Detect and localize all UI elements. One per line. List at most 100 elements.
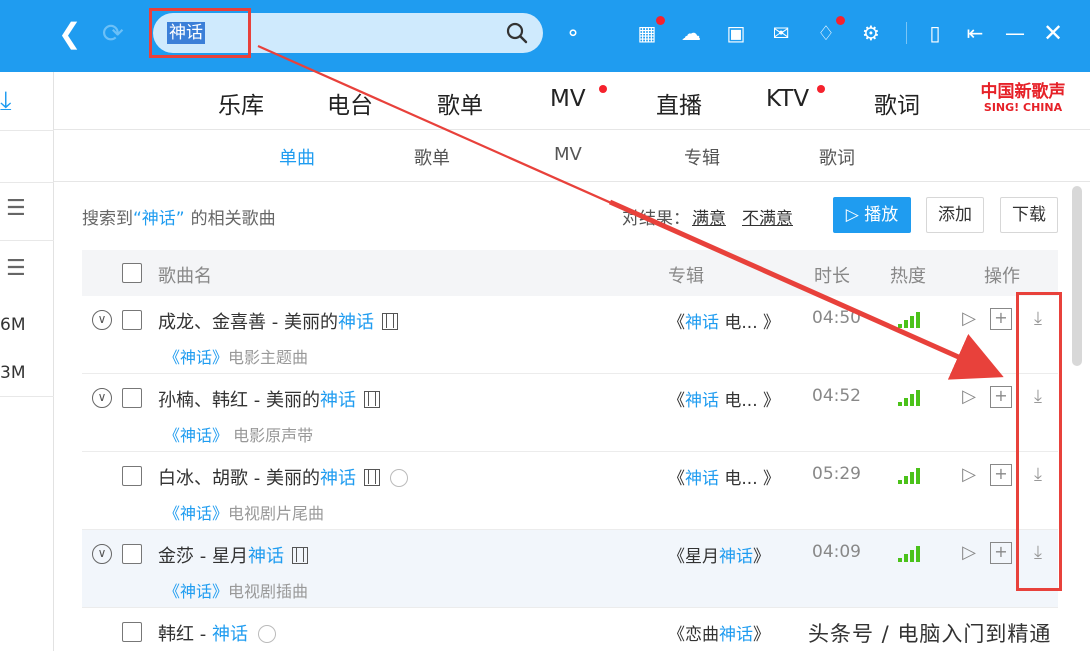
close-icon[interactable]: ✕ <box>1040 20 1066 46</box>
row-checkbox[interactable] <box>122 310 142 330</box>
album-link[interactable]: 《神话 电... 》 <box>668 464 780 489</box>
sub-tabs: 单曲 歌单 MV 专辑 歌词 <box>54 130 1090 182</box>
song-title[interactable]: 成龙、金喜善 - 美丽的神话 <box>158 308 398 334</box>
album-keyword: 神话 <box>719 625 753 645</box>
expand-icon[interactable]: ∨ <box>92 310 112 330</box>
tab-radio[interactable]: 电台 <box>327 86 373 120</box>
album-link[interactable]: 《星月神话》 <box>668 542 770 567</box>
refresh-icon[interactable]: ⟳ <box>102 20 130 48</box>
song-note: 《神话》 电影原声带 <box>164 422 313 446</box>
album-link[interactable]: 《神话 电... 》 <box>668 386 780 411</box>
row-checkbox[interactable] <box>122 466 142 486</box>
play-all-button[interactable]: ▷ 播放 <box>833 197 911 233</box>
mv-icon[interactable] <box>291 547 308 564</box>
row-checkbox[interactable] <box>122 544 142 564</box>
play-icon[interactable]: ▷ <box>958 308 980 330</box>
song-title-text: 成龙、金喜善 - 美丽的 <box>158 312 338 333</box>
tab-mv[interactable]: MV <box>550 86 586 112</box>
sing-china-logo[interactable]: 中国新歌声 SING! CHINA <box>968 82 1078 114</box>
song-title-text: 白冰、胡歌 - 美丽的 <box>158 468 320 489</box>
mv-icon[interactable] <box>363 391 380 408</box>
subtab-playlists[interactable]: 歌单 <box>414 144 450 170</box>
song-note: 《神话》电视剧插曲 <box>164 578 308 602</box>
add-icon[interactable]: + <box>990 386 1012 408</box>
back-icon[interactable]: ❮ <box>58 20 82 48</box>
tab-playlists[interactable]: 歌单 <box>437 86 483 120</box>
duration: 04:52 <box>812 386 861 406</box>
table-row[interactable]: 白冰、胡歌 - 美丽的神话 《神话》电视剧片尾曲 《神话 电... 》 05:2… <box>82 452 1058 530</box>
notification-dot <box>817 85 825 93</box>
header-duration: 时长 <box>814 266 850 287</box>
album-pre: 《星月 <box>668 547 719 567</box>
result-suffix: 的相关歌曲 <box>190 209 276 229</box>
album-pre: 《恋曲 <box>668 625 719 645</box>
song-title-keyword: 神话 <box>211 624 248 645</box>
song-title[interactable]: 白冰、胡歌 - 美丽的神话 <box>158 464 408 490</box>
mini-mode-icon[interactable]: ▯ <box>922 20 948 46</box>
play-icon[interactable]: ▷ <box>958 542 980 564</box>
feedback-satisfied-link[interactable]: 满意 <box>692 209 726 229</box>
expand-icon[interactable]: ∨ <box>92 544 112 564</box>
expand-icon[interactable]: ∨ <box>92 388 112 408</box>
play-icon[interactable]: ▷ <box>958 464 980 486</box>
subtab-mv[interactable]: MV <box>554 144 582 165</box>
skin-icon[interactable]: ♢ <box>813 20 839 46</box>
song-note-text: 电视剧片尾曲 <box>228 504 325 523</box>
subtab-albums[interactable]: 专辑 <box>684 144 720 170</box>
subtab-songs[interactable]: 单曲 <box>279 144 315 170</box>
mail-icon[interactable]: ✉ <box>768 20 794 46</box>
album-post: 》 <box>753 547 770 567</box>
add-icon[interactable]: + <box>990 464 1012 486</box>
row-checkbox[interactable] <box>122 388 142 408</box>
song-title-text: 韩红 - <box>158 624 212 645</box>
song-note-keyword: 《神话》 <box>164 504 229 523</box>
heat-bars-icon <box>898 388 926 406</box>
cloud-icon[interactable]: ☁ <box>678 20 704 46</box>
feedback-unsatisfied-link[interactable]: 不满意 <box>742 209 793 229</box>
minimize-icon[interactable]: — <box>1002 20 1028 46</box>
play-icon[interactable]: ▷ <box>958 386 980 408</box>
tab-lyrics[interactable]: 歌词 <box>874 86 920 120</box>
apps-grid-icon[interactable]: ▦ <box>634 20 660 46</box>
subtab-lyrics[interactable]: 歌词 <box>819 144 855 170</box>
album-link[interactable]: 《恋曲神话》 <box>668 620 770 645</box>
song-title[interactable]: 金莎 - 星月神话 <box>158 542 308 568</box>
voice-search-icon[interactable]: ⚬ <box>560 20 586 46</box>
duration: 04:50 <box>812 308 861 328</box>
song-title[interactable]: 韩红 - 神话 <box>158 620 276 646</box>
song-title-keyword: 神话 <box>319 468 356 489</box>
heat-bars-icon <box>898 310 926 328</box>
search-icon[interactable] <box>505 21 529 45</box>
song-note-text: 电影原声带 <box>233 426 314 445</box>
song-title-keyword: 神话 <box>337 312 374 333</box>
menu-icon[interactable]: ☰ <box>6 198 28 220</box>
download-button[interactable]: 下载 <box>1000 197 1058 233</box>
table-row[interactable]: ∨ 金莎 - 星月神话 《神话》电视剧插曲 《星月神话》 04:09 ▷ + ⤓ <box>82 530 1058 608</box>
table-row[interactable]: ∨ 成龙、金喜善 - 美丽的神话 《神话》电影主题曲 《神话 电... 》 04… <box>82 296 1058 374</box>
scrollbar[interactable] <box>1072 186 1082 366</box>
menu-icon[interactable]: ☰ <box>6 258 28 280</box>
add-button[interactable]: 添加 <box>926 197 984 233</box>
song-title[interactable]: 孙楠、韩红 - 美丽的神话 <box>158 386 380 412</box>
tab-library[interactable]: 乐库 <box>218 86 264 120</box>
download-icon[interactable]: ⤓ <box>0 86 26 116</box>
tab-live[interactable]: 直播 <box>656 86 702 120</box>
exit-icon[interactable]: ⇤ <box>962 20 988 46</box>
song-note-keyword: 《神话》 <box>164 582 229 601</box>
notification-dot <box>599 85 607 93</box>
toolbar-divider <box>906 22 907 44</box>
settings-gear-icon[interactable]: ⚙ <box>858 20 884 46</box>
album-link[interactable]: 《神话 电... 》 <box>668 308 780 333</box>
select-all-checkbox[interactable] <box>122 263 142 283</box>
gamepad-icon[interactable]: ▣ <box>723 20 749 46</box>
brand-title: 中国新歌声 <box>980 82 1066 102</box>
add-icon[interactable]: + <box>990 308 1012 330</box>
mv-icon[interactable] <box>381 313 398 330</box>
add-icon[interactable]: + <box>990 542 1012 564</box>
tab-ktv[interactable]: KTV <box>766 86 809 112</box>
header-heat: 热度 <box>890 266 926 287</box>
feedback: 对结果： 满意 不满意 <box>622 204 793 229</box>
mv-icon[interactable] <box>363 469 380 486</box>
table-row[interactable]: ∨ 孙楠、韩红 - 美丽的神话 《神话》 电影原声带 《神话 电... 》 04… <box>82 374 1058 452</box>
row-checkbox[interactable] <box>122 622 142 642</box>
